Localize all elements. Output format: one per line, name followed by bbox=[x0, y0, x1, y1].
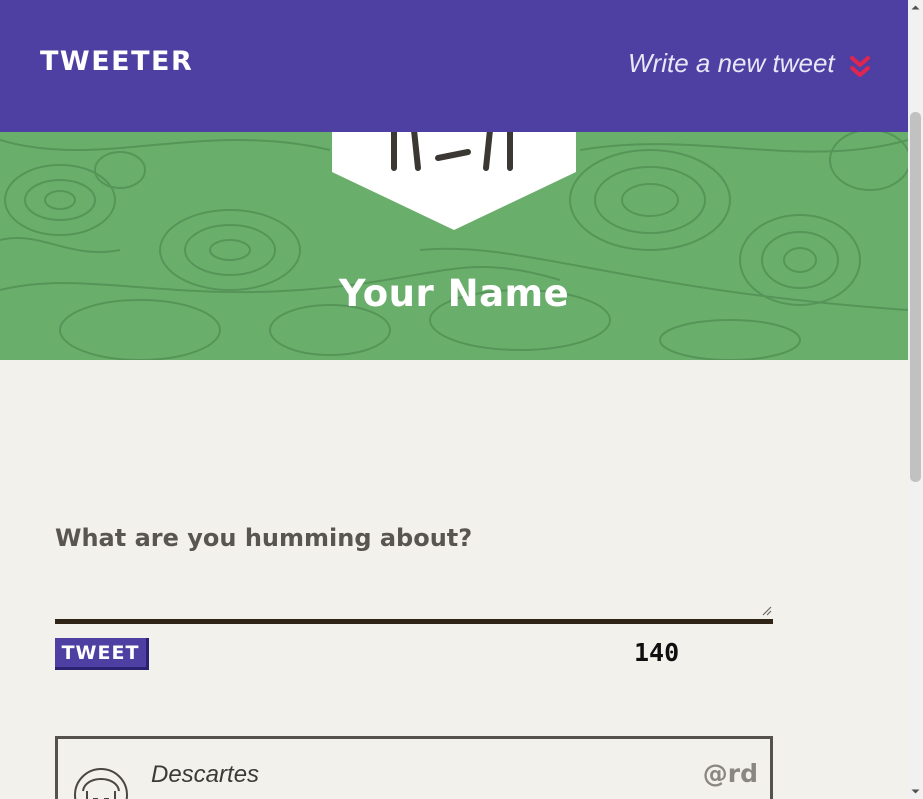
page: Your Name TWEETER Write a new tweet What… bbox=[0, 0, 908, 799]
composer-prompt: What are you humming about? bbox=[55, 524, 473, 552]
user-avatar-icon bbox=[74, 768, 128, 799]
double-chevron-down-icon[interactable] bbox=[849, 54, 871, 80]
top-nav: TWEETER Write a new tweet bbox=[0, 0, 908, 132]
tweet-author: Descartes bbox=[151, 761, 260, 788]
write-new-tweet-link[interactable]: Write a new tweet bbox=[628, 48, 835, 79]
tweet-handle: @rd bbox=[702, 759, 758, 788]
scroll-up-arrow-icon[interactable] bbox=[908, 0, 923, 15]
tweet-card: Descartes @rd bbox=[55, 736, 773, 799]
profile-name: Your Name bbox=[338, 272, 570, 315]
brand-logo[interactable]: TWEETER bbox=[40, 46, 193, 77]
resize-grip-icon[interactable] bbox=[762, 606, 772, 616]
scroll-down-arrow-icon[interactable] bbox=[908, 784, 923, 799]
character-counter: 140 bbox=[634, 638, 680, 667]
tweet-input[interactable] bbox=[55, 567, 773, 624]
tweet-button[interactable]: TWEET bbox=[55, 638, 149, 670]
scrollbar-thumb[interactable] bbox=[910, 112, 921, 482]
vertical-scrollbar[interactable] bbox=[908, 0, 923, 799]
